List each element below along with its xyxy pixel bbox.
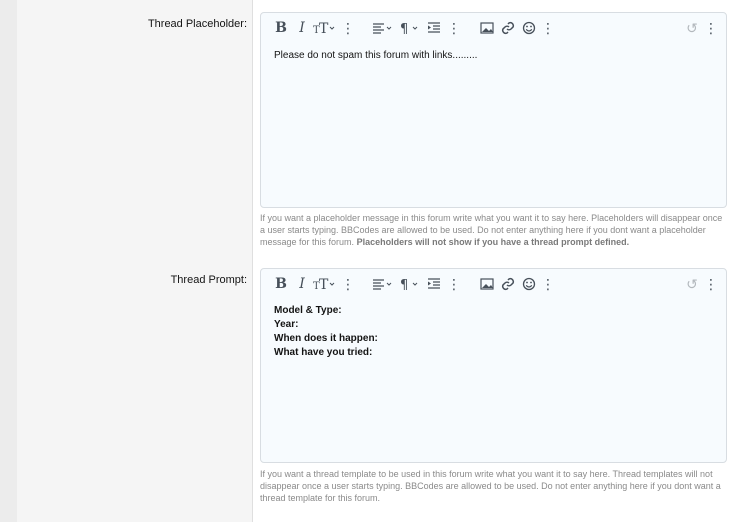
thread-prompt-label: Thread Prompt: (170, 274, 247, 286)
link-icon[interactable] (501, 20, 515, 36)
editor-toolbar: B I TT ⋮ ¶ ⋮ ⋮ ↺ ⋮ (261, 13, 726, 43)
more-icon[interactable]: ⋮ (704, 276, 718, 292)
label-column: Thread Placeholder: Thread Prompt: (17, 0, 253, 522)
more-icon[interactable]: ⋮ (447, 276, 461, 292)
thread-placeholder-editor[interactable]: B I TT ⋮ ¶ ⋮ ⋮ ↺ ⋮ Please do not spam th… (260, 12, 727, 208)
thread-placeholder-label: Thread Placeholder: (147, 18, 247, 30)
svg-text:T: T (319, 277, 329, 291)
italic-icon[interactable]: I (295, 20, 309, 36)
indent-icon[interactable] (427, 276, 441, 292)
undo-icon[interactable]: ↺ (685, 276, 699, 292)
placeholder-help-text: If you want a placeholder message in thi… (260, 212, 727, 249)
prompt-line: Year: (274, 319, 299, 330)
more-icon[interactable]: ⋮ (541, 20, 555, 36)
smiley-icon[interactable] (522, 276, 536, 292)
editor-toolbar: B I TT ⋮ ¶ ⋮ ⋮ ↺ ⋮ (261, 269, 726, 299)
paragraph-icon[interactable]: ¶ (400, 276, 420, 292)
placeholder-help-bold: Placeholders will not show if you have a… (356, 237, 630, 248)
undo-icon[interactable]: ↺ (685, 20, 699, 36)
image-icon[interactable] (480, 20, 494, 36)
text-size-icon[interactable]: TT (313, 20, 335, 36)
editor-content[interactable]: Model & Type: Year: When does it happen:… (274, 304, 713, 360)
prompt-line: Model & Type: (274, 305, 342, 316)
editor-content[interactable]: Please do not spam this forum with links… (274, 49, 713, 63)
smiley-icon[interactable] (522, 20, 536, 36)
text-size-icon[interactable]: TT (313, 276, 335, 292)
svg-text:¶: ¶ (400, 278, 408, 291)
prompt-help-text: If you want a thread template to be used… (260, 469, 721, 504)
align-icon[interactable] (372, 20, 392, 36)
prompt-line: When does it happen: (274, 333, 378, 344)
link-icon[interactable] (501, 276, 515, 292)
svg-text:T: T (319, 21, 329, 35)
indent-icon[interactable] (427, 20, 441, 36)
more-icon[interactable]: ⋮ (341, 276, 355, 292)
more-icon[interactable]: ⋮ (341, 20, 355, 36)
bold-icon[interactable]: B (274, 276, 288, 292)
prompt-line: What have you tried: (274, 347, 373, 358)
thread-prompt-editor[interactable]: B I TT ⋮ ¶ ⋮ ⋮ ↺ ⋮ Model & Type: Year: W… (260, 268, 727, 463)
more-icon[interactable]: ⋮ (704, 20, 718, 36)
italic-icon[interactable]: I (295, 276, 309, 292)
bold-icon[interactable]: B (274, 20, 288, 36)
svg-text:¶: ¶ (400, 22, 408, 35)
image-icon[interactable] (480, 276, 494, 292)
more-icon[interactable]: ⋮ (541, 276, 555, 292)
more-icon[interactable]: ⋮ (447, 20, 461, 36)
align-icon[interactable] (372, 276, 392, 292)
placeholder-text: Please do not spam this forum with links… (274, 50, 478, 61)
paragraph-icon[interactable]: ¶ (400, 20, 420, 36)
